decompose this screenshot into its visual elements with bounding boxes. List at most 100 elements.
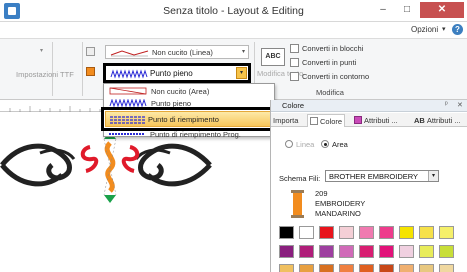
converti-blocchi-button[interactable]: Converti in blocchi xyxy=(290,44,363,53)
maximize-button[interactable]: □ xyxy=(396,2,418,18)
outline-icon xyxy=(290,72,299,81)
stitch-attributes-icon xyxy=(354,116,362,124)
chevron-down-icon[interactable]: ▾ xyxy=(40,47,43,54)
color-swatch[interactable] xyxy=(319,264,334,272)
edit-text-icon[interactable]: ABC xyxy=(261,48,285,66)
satin-stitch-icon xyxy=(109,99,147,107)
text-attributes-icon: AB xyxy=(414,116,425,125)
fill-sew-type-label: Punto pieno xyxy=(150,69,193,78)
ribbon-group-label: Modifica xyxy=(316,88,344,97)
color-swatch[interactable] xyxy=(359,226,374,239)
radio-area[interactable]: Area xyxy=(321,140,348,149)
ribbon-separator xyxy=(82,42,83,96)
thread-brand: EMBROIDERY xyxy=(315,199,366,208)
line-sew-type-label: Non cucito (Linea) xyxy=(152,48,213,57)
dropdown-item-non-cucito-area[interactable]: Non cucito (Area) xyxy=(104,85,274,97)
color-swatch[interactable] xyxy=(299,264,314,272)
converti-punti-button[interactable]: Converti in punti xyxy=(290,58,356,67)
color-swatch[interactable] xyxy=(299,245,314,258)
panel-header: Colore ᵖ ✕ xyxy=(271,100,467,112)
chevron-down-icon[interactable]: ▾ xyxy=(428,171,438,181)
fill-sew-type-combo[interactable]: Punto pieno ▾ xyxy=(103,63,251,83)
color-swatch[interactable] xyxy=(399,245,414,258)
tab-attributi-2[interactable]: AB Attributi ... xyxy=(414,114,461,127)
pin-icon[interactable]: ᵖ xyxy=(445,101,448,108)
color-swatch[interactable] xyxy=(279,245,294,258)
dropdown-item-punto-di-riempimento[interactable]: Punto di riempimento xyxy=(101,107,275,131)
color-swatch[interactable] xyxy=(339,226,354,239)
dropdown-item-label: Punto di riempimento xyxy=(148,115,219,124)
dropdown-item-punto-di-riempimento-prog[interactable]: Punto di riempimento Prog. xyxy=(103,130,275,139)
color-swatch[interactable] xyxy=(359,245,374,258)
tab-label: Importa xyxy=(273,116,299,125)
color-swatch[interactable] xyxy=(319,226,334,239)
tab-colore[interactable]: Colore xyxy=(307,114,346,127)
line-color-icon[interactable] xyxy=(86,47,95,56)
thread-name: MANDARINO xyxy=(315,209,361,218)
color-panel: Colore ᵖ ✕ Importa Colore Attributi ... … xyxy=(270,100,467,272)
dropdown-item-label: Non cucito (Area) xyxy=(151,87,210,96)
chevron-down-icon[interactable]: ▾ xyxy=(236,67,247,79)
color-swatch[interactable] xyxy=(379,264,394,272)
color-swatch[interactable] xyxy=(379,245,394,258)
fill-stitch-icon xyxy=(110,116,146,124)
fill-color-icon[interactable] xyxy=(86,67,95,76)
color-swatch[interactable] xyxy=(419,264,434,272)
satin-stitch-icon xyxy=(110,69,148,79)
schema-fili-label: Schema Fili: xyxy=(279,174,321,183)
color-swatch[interactable] xyxy=(399,226,414,239)
radio-label: Linea xyxy=(296,140,315,149)
thread-code: 209 xyxy=(315,189,328,198)
thread-spool-icon xyxy=(291,190,304,218)
converti-contorno-label: Converti in contorno xyxy=(302,72,370,81)
dropdown-item-label: Punto di riempimento Prog. xyxy=(150,130,241,139)
tab-label: Colore xyxy=(320,117,343,126)
color-swatch[interactable] xyxy=(339,245,354,258)
color-swatch[interactable] xyxy=(439,226,454,239)
converti-contorno-button[interactable]: Converti in contorno xyxy=(290,72,369,81)
spool-bottom xyxy=(291,215,304,218)
color-swatch[interactable] xyxy=(359,264,374,272)
color-swatch[interactable] xyxy=(339,264,354,272)
prog-fill-icon xyxy=(109,133,145,135)
blocks-icon xyxy=(290,44,299,53)
radio-label: Area xyxy=(332,140,348,149)
color-swatch[interactable] xyxy=(319,245,334,258)
radio-dot xyxy=(285,140,293,148)
panel-title: Colore xyxy=(282,101,305,110)
chevron-down-icon[interactable]: ▾ xyxy=(442,25,446,33)
impostazioni-ttf-button[interactable]: Impostazioni TTF xyxy=(16,70,74,79)
schema-fili-select[interactable]: BROTHER EMBROIDERY ▾ xyxy=(325,170,439,182)
color-swatch[interactable] xyxy=(379,226,394,239)
color-swatch[interactable] xyxy=(439,264,454,272)
close-icon[interactable]: ✕ xyxy=(457,101,463,109)
line-stitch-icon xyxy=(110,50,149,57)
line-sew-type-combo[interactable]: Non cucito (Linea) ▾ xyxy=(105,45,249,59)
highlighted-item: Punto di riempimento xyxy=(105,111,271,127)
title-bar: Senza titolo - Layout & Editing – □ ✕ xyxy=(0,0,467,22)
help-icon[interactable]: ? xyxy=(452,24,463,35)
color-swatch[interactable] xyxy=(299,226,314,239)
menu-bar: Opzioni ▾ ? xyxy=(0,22,467,38)
radio-linea[interactable]: Linea xyxy=(285,140,314,149)
tab-label: Attributi ... xyxy=(364,116,398,125)
schema-fili-value: BROTHER EMBROIDERY xyxy=(329,172,419,181)
color-swatch[interactable] xyxy=(279,264,294,272)
ribbon-separator xyxy=(52,42,53,96)
converti-blocchi-label: Converti in blocchi xyxy=(302,44,364,53)
tab-attributi-1[interactable]: Attributi ... xyxy=(354,114,398,127)
color-swatch[interactable] xyxy=(419,245,434,258)
spool-thread xyxy=(293,193,302,215)
color-swatch[interactable] xyxy=(279,226,294,239)
radio-dot xyxy=(321,140,329,148)
tab-importa[interactable]: Importa xyxy=(273,114,298,127)
panel-tabs: Importa Colore Attributi ... AB Attributi… xyxy=(271,113,467,127)
opzioni-menu[interactable]: Opzioni xyxy=(411,25,438,34)
color-swatch[interactable] xyxy=(419,226,434,239)
color-swatch[interactable] xyxy=(399,264,414,272)
minimize-button[interactable]: – xyxy=(372,2,394,18)
stitches-icon xyxy=(290,58,299,67)
chevron-down-icon[interactable]: ▾ xyxy=(242,48,245,55)
close-button[interactable]: ✕ xyxy=(420,2,464,18)
color-swatch[interactable] xyxy=(439,245,454,258)
